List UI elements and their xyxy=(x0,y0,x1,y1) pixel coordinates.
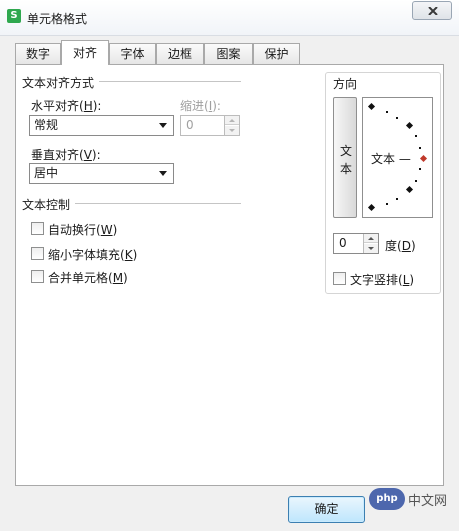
chevron-down-icon xyxy=(159,123,167,128)
degrees-stepper[interactable]: 0 xyxy=(333,233,379,254)
vertical-text-char: 本 xyxy=(339,162,352,176)
horizontal-align-select[interactable]: 常规 xyxy=(29,115,174,136)
tab-pattern[interactable]: 图案 xyxy=(204,43,253,64)
vertical-text-button[interactable]: 文 本 xyxy=(333,97,357,218)
indent-stepper[interactable]: 0 xyxy=(180,115,240,136)
orientation-dial-text: 文本 — xyxy=(371,152,411,166)
stepper-up-icon[interactable] xyxy=(364,234,378,243)
degrees-stepper-buttons xyxy=(363,234,378,253)
watermark-text: 中文网 xyxy=(408,494,448,509)
merge-cells-checkbox[interactable] xyxy=(31,270,44,283)
title-bar: S 单元格格式 xyxy=(0,0,459,36)
horizontal-align-label: 水平对齐(H): xyxy=(31,99,102,113)
orientation-title: 方向 xyxy=(333,77,358,91)
shrink-to-fit-label: 缩小字体填充(K) xyxy=(48,248,138,262)
indent-value: 0 xyxy=(186,118,194,132)
degrees-label: 度(D) xyxy=(385,239,416,253)
window-title: 单元格格式 xyxy=(27,12,88,26)
indent-stepper-buttons xyxy=(224,116,239,135)
horizontal-align-value: 常规 xyxy=(34,118,59,132)
ok-button[interactable]: 确定 xyxy=(288,496,365,523)
wrap-text-label: 自动换行(W) xyxy=(48,223,118,237)
close-button[interactable] xyxy=(412,1,452,20)
vertical-layout-label: 文字竖排(L) xyxy=(350,273,415,287)
orientation-dial[interactable]: 文本 — xyxy=(362,97,433,218)
stepper-down-icon[interactable] xyxy=(225,126,239,135)
tab-font[interactable]: 字体 xyxy=(109,43,156,64)
vertical-align-value: 居中 xyxy=(34,166,59,180)
wps-app-icon: S xyxy=(7,9,21,23)
text-control-group-title: 文本控制 xyxy=(22,198,71,212)
group-divider xyxy=(75,203,241,204)
text-alignment-group-title: 文本对齐方式 xyxy=(22,76,95,90)
stepper-up-icon[interactable] xyxy=(225,116,239,125)
chevron-down-icon xyxy=(159,171,167,176)
vertical-layout-checkbox[interactable] xyxy=(333,272,346,285)
php-logo: php xyxy=(369,488,405,510)
vertical-align-label: 垂直对齐(V): xyxy=(31,148,101,162)
tab-protection[interactable]: 保护 xyxy=(253,43,300,64)
merge-cells-label: 合并单元格(M) xyxy=(48,271,128,285)
vertical-text-char: 文 xyxy=(339,144,352,158)
degrees-value: 0 xyxy=(339,236,347,250)
group-divider xyxy=(99,81,241,82)
shrink-to-fit-checkbox[interactable] xyxy=(31,247,44,260)
tab-alignment[interactable]: 对齐 xyxy=(61,40,109,65)
indent-label: 缩进(I): xyxy=(180,99,221,113)
stepper-down-icon[interactable] xyxy=(364,244,378,253)
wrap-text-checkbox[interactable] xyxy=(31,222,44,235)
watermark: php 中文网 xyxy=(369,486,459,513)
vertical-align-select[interactable]: 居中 xyxy=(29,163,174,184)
close-icon xyxy=(428,7,438,15)
tab-number[interactable]: 数字 xyxy=(15,43,61,64)
tab-border[interactable]: 边框 xyxy=(156,43,204,64)
